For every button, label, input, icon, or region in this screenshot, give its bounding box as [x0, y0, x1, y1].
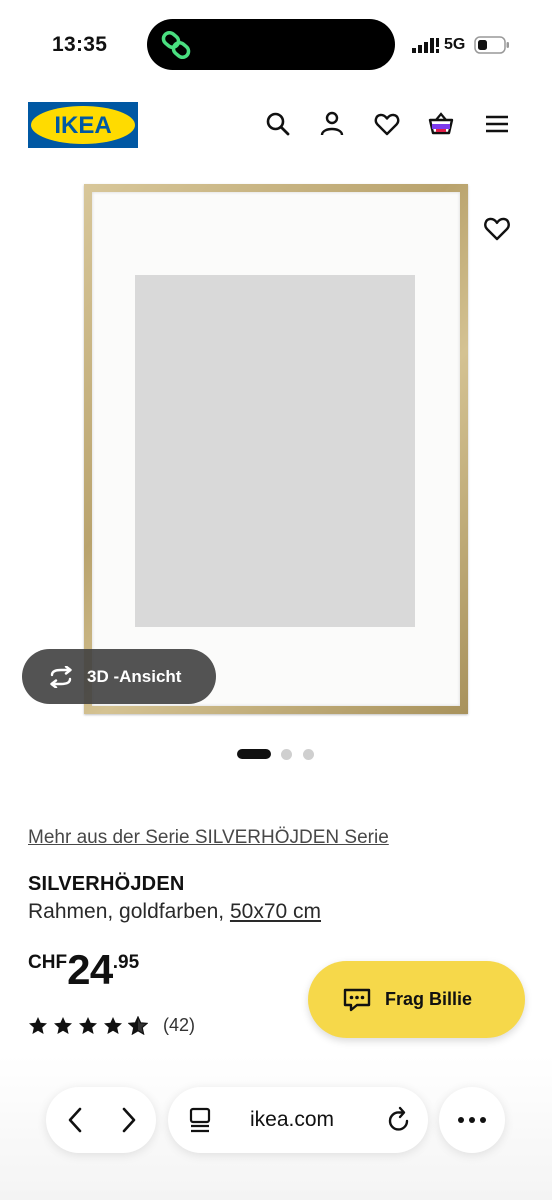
url-text[interactable]: ikea.com: [250, 1108, 334, 1132]
product-description-text: Rahmen, goldfarben,: [28, 900, 230, 923]
frag-billie-label: Frag Billie: [385, 989, 473, 1009]
logo-text: IKEA: [54, 112, 111, 139]
star-icon: [54, 1017, 72, 1034]
account-icon[interactable]: [318, 110, 346, 138]
product-name: SILVERHÖJDEN: [28, 873, 185, 895]
menu-icon[interactable]: [483, 110, 511, 138]
back-icon[interactable]: [64, 1106, 86, 1134]
star-icon: [29, 1017, 47, 1034]
rating[interactable]: (42): [28, 1015, 195, 1036]
star-half-icon: [128, 1016, 148, 1035]
ellipsis-icon: [458, 1117, 486, 1123]
view-3d-label: 3D -Ansicht: [87, 666, 182, 686]
price-currency: CHF: [28, 952, 68, 973]
ikea-logo[interactable]: IKEA: [28, 102, 138, 148]
address-bar[interactable]: ikea.com: [168, 1087, 428, 1153]
view-3d-button[interactable]: 3D -Ansicht: [22, 649, 216, 704]
add-to-favorites-icon[interactable]: [482, 214, 512, 242]
cart-icon[interactable]: [427, 110, 455, 138]
forward-icon[interactable]: [118, 1106, 140, 1134]
link-icon: [161, 30, 191, 60]
reader-tabs-icon[interactable]: [188, 1107, 212, 1133]
battery-icon: [474, 36, 509, 54]
product-price: CHF 24 .95: [28, 948, 139, 992]
frame-mat: [92, 192, 460, 706]
star-icon: [79, 1017, 97, 1034]
more-button[interactable]: [439, 1087, 505, 1153]
size-link[interactable]: 50x70 cm: [230, 900, 321, 923]
rating-count: (42): [163, 1015, 196, 1035]
picture-frame: [84, 184, 468, 714]
price-decimal: .95: [112, 952, 140, 973]
frame-photo-placeholder: [135, 275, 415, 627]
browser-nav-buttons: [46, 1087, 156, 1153]
carousel-dot[interactable]: [281, 748, 292, 760]
reload-icon[interactable]: [386, 1106, 412, 1134]
frag-billie-button[interactable]: Frag Billie: [308, 961, 525, 1038]
signal-icon: [412, 38, 439, 53]
carousel-indicator[interactable]: [237, 748, 325, 760]
favorites-icon[interactable]: [373, 110, 401, 138]
status-time: 13:35: [52, 33, 108, 56]
network-label: 5G: [444, 36, 466, 53]
carousel-dot-active[interactable]: [237, 749, 271, 759]
star-icon: [104, 1017, 122, 1034]
rotate-3d-icon: [50, 665, 72, 688]
price-integer: 24: [67, 946, 113, 993]
search-icon[interactable]: [264, 110, 292, 138]
product-description: Rahmen, goldfarben, 50x70 cm: [28, 900, 321, 924]
product-image[interactable]: 3D -Ansicht: [0, 170, 552, 730]
series-link[interactable]: Mehr aus der Serie SILVERHÖJDEN Serie: [28, 827, 389, 849]
chat-icon: [343, 988, 371, 1011]
carousel-dot[interactable]: [303, 748, 314, 760]
